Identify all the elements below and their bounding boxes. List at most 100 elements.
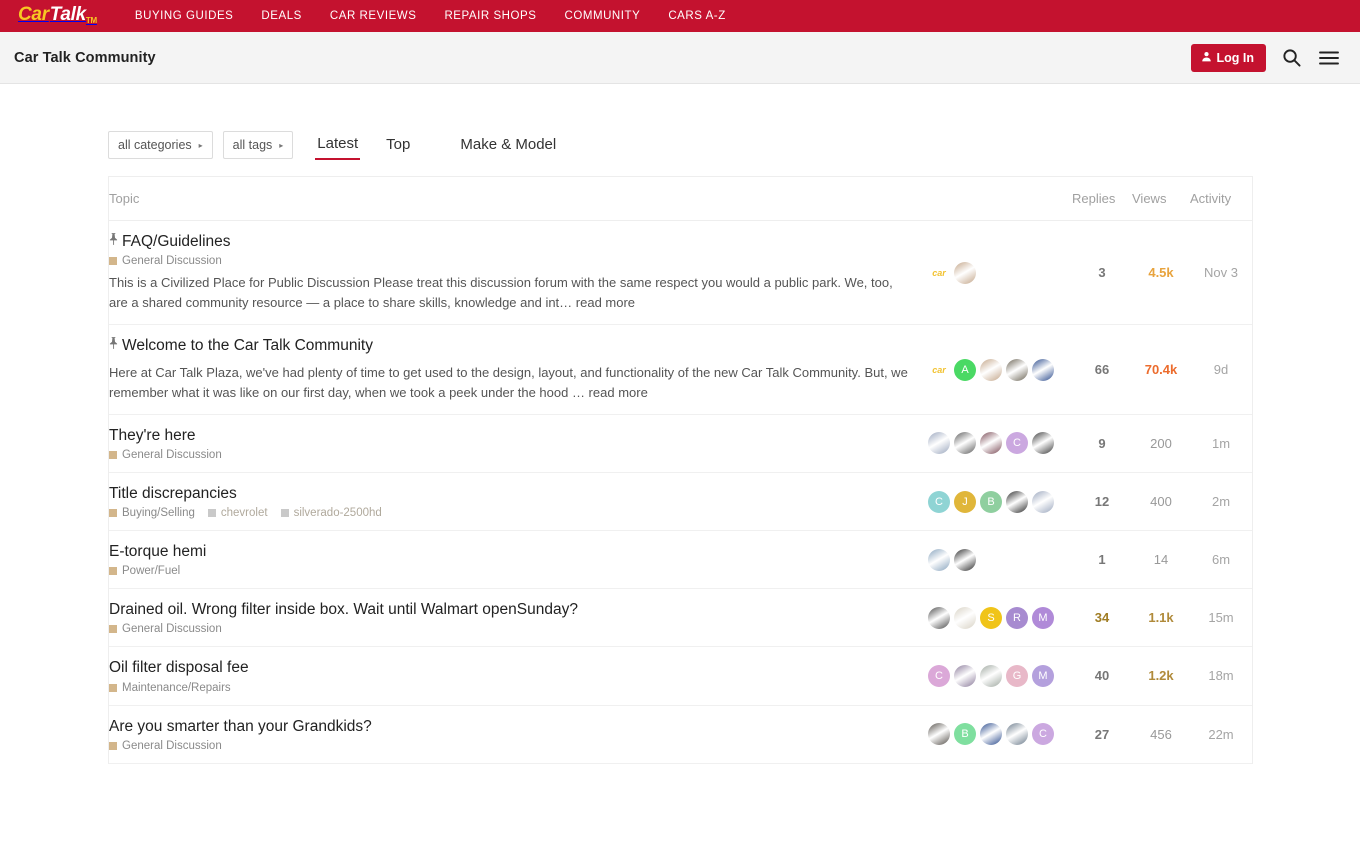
column-header-activity[interactable]: Activity xyxy=(1190,177,1252,221)
tag-color-swatch xyxy=(207,509,216,518)
avatar[interactable] xyxy=(954,664,976,687)
avatar[interactable] xyxy=(1032,432,1054,455)
table-row[interactable]: E-torque hemi Power/Fuel 1 14 6m xyxy=(109,530,1252,590)
avatar[interactable] xyxy=(980,664,1002,687)
table-row[interactable]: Welcome to the Car Talk Community Here at… xyxy=(109,324,1252,415)
avatar[interactable] xyxy=(1006,358,1028,381)
category-badge[interactable]: General Discussion xyxy=(109,255,222,267)
topic-title-link[interactable]: They're here xyxy=(109,426,920,446)
column-header-views[interactable]: Views xyxy=(1132,177,1190,221)
column-header-topic[interactable]: Topic xyxy=(109,177,920,221)
poster-avatars: SRM xyxy=(920,606,1072,629)
avatar[interactable]: C xyxy=(928,490,950,513)
tab-make-and-model[interactable]: Make & Model xyxy=(458,131,558,159)
topic-cell: Title discrepancies Buying/Selling chevrol… xyxy=(109,472,920,532)
avatar[interactable]: B xyxy=(954,723,976,746)
category-badge[interactable]: General Discussion xyxy=(109,740,222,752)
category-color-swatch xyxy=(109,683,117,692)
topic-title-link[interactable]: Oil filter disposal fee xyxy=(109,658,920,678)
avatar[interactable] xyxy=(954,606,976,629)
replies-count: 9 xyxy=(1072,414,1132,473)
tab-top[interactable]: Top xyxy=(384,131,412,159)
avatar[interactable]: A xyxy=(954,358,976,381)
column-header-replies[interactable]: Replies xyxy=(1072,177,1132,221)
topic-cell: Welcome to the Car Talk Community Here at… xyxy=(109,324,920,415)
avatar[interactable] xyxy=(980,358,1002,381)
topic-title-link[interactable]: Title discrepancies xyxy=(109,484,920,504)
poster-avatars: BC xyxy=(920,723,1072,746)
avatar[interactable]: C xyxy=(1032,723,1054,746)
table-row[interactable]: Are you smarter than your Grandkids? Gene… xyxy=(109,705,1252,764)
tag-badge[interactable]: chevrolet xyxy=(207,507,268,519)
avatar[interactable] xyxy=(928,548,950,571)
views-count: 4.5k xyxy=(1132,220,1190,326)
avatar[interactable] xyxy=(928,432,950,455)
views-count: 200 xyxy=(1132,414,1190,473)
topic-meta: General Discussion xyxy=(109,449,920,461)
table-row[interactable]: Oil filter disposal fee Maintenance/Repai… xyxy=(109,646,1252,706)
topic-excerpt: This is a Civilized Place for Public Dis… xyxy=(109,275,893,311)
avatar[interactable]: B xyxy=(980,490,1002,513)
category-badge[interactable]: Maintenance/Repairs xyxy=(109,682,231,694)
avatar[interactable] xyxy=(980,432,1002,455)
hamburger-menu-icon[interactable] xyxy=(1317,48,1341,68)
poster-avatars: C xyxy=(920,432,1072,455)
avatar[interactable]: M xyxy=(1032,664,1054,687)
topic-title-link[interactable]: Are you smarter than your Grandkids? xyxy=(109,717,920,737)
topic-title-link[interactable]: Welcome to the Car Talk Community xyxy=(109,336,920,356)
avatar[interactable] xyxy=(1032,490,1054,513)
search-icon[interactable] xyxy=(1280,46,1303,69)
avatar[interactable]: S xyxy=(980,606,1002,629)
category-badge[interactable]: Buying/Selling xyxy=(109,507,195,519)
posters-cell xyxy=(920,530,1072,590)
avatar[interactable]: G xyxy=(1006,664,1028,687)
category-badge[interactable]: General Discussion xyxy=(109,449,222,461)
cartalk-logo[interactable]: Car Talk TM xyxy=(18,4,97,26)
table-row[interactable]: FAQ/Guidelines General Discussion This is … xyxy=(109,220,1252,326)
table-row[interactable]: Drained oil. Wrong filter inside box. Wa… xyxy=(109,588,1252,648)
nav-link-car-reviews[interactable]: CAR REVIEWS xyxy=(330,10,417,22)
nav-link-cars-a-z[interactable]: CARS A-Z xyxy=(668,10,725,22)
nav-link-repair-shops[interactable]: REPAIR SHOPS xyxy=(444,10,536,22)
avatar[interactable] xyxy=(954,432,976,455)
topic-meta: General Discussion xyxy=(109,740,920,752)
avatar[interactable]: R xyxy=(1006,606,1028,629)
main-content: all categories ▸ all tags ▸ Latest Top M… xyxy=(0,84,1360,764)
avatar[interactable]: M xyxy=(1032,606,1054,629)
avatar[interactable] xyxy=(980,723,1002,746)
topic-title-link[interactable]: FAQ/Guidelines xyxy=(109,232,920,252)
avatar-site-logo[interactable]: car xyxy=(928,359,950,381)
avatar[interactable]: C xyxy=(928,664,950,687)
chevron-right-icon: ▸ xyxy=(198,140,203,150)
topic-title-link[interactable]: E-torque hemi xyxy=(109,542,920,562)
avatar[interactable] xyxy=(954,261,976,284)
category-badge[interactable]: General Discussion xyxy=(109,623,222,635)
tab-latest[interactable]: Latest xyxy=(315,130,361,160)
nav-link-buying-guides[interactable]: BUYING GUIDES xyxy=(135,10,234,22)
avatar[interactable]: J xyxy=(954,490,976,513)
nav-link-community[interactable]: COMMUNITY xyxy=(564,10,640,22)
login-button[interactable]: Log In xyxy=(1190,43,1266,72)
tag-color-swatch xyxy=(280,509,289,518)
posters-cell: C GM xyxy=(920,646,1072,706)
avatar[interactable] xyxy=(1006,723,1028,746)
avatar[interactable] xyxy=(1032,358,1054,381)
activity-time: 9d xyxy=(1190,324,1252,415)
category-dropdown[interactable]: all categories ▸ xyxy=(108,131,213,159)
category-badge[interactable]: Power/Fuel xyxy=(109,565,180,577)
topic-title-link[interactable]: Drained oil. Wrong filter inside box. Wa… xyxy=(109,600,920,620)
tag-badge[interactable]: silverado-2500hd xyxy=(280,507,382,519)
avatar[interactable] xyxy=(1006,490,1028,513)
topic-meta: Maintenance/Repairs xyxy=(109,682,920,694)
table-row[interactable]: They're here General Discussion C 9 200 1m xyxy=(109,414,1252,473)
activity-time: 2m xyxy=(1190,472,1252,532)
avatar[interactable]: C xyxy=(1006,432,1028,455)
avatar[interactable] xyxy=(954,548,976,571)
avatar-site-logo[interactable]: car xyxy=(928,262,950,284)
avatar[interactable] xyxy=(928,723,950,746)
tags-dropdown[interactable]: all tags ▸ xyxy=(222,131,294,159)
topic-list-table: Topic Replies Views Activity FAQ/Guideli… xyxy=(109,177,1252,764)
table-row[interactable]: Title discrepancies Buying/Selling chevrol… xyxy=(109,472,1252,532)
avatar[interactable] xyxy=(928,606,950,629)
nav-link-deals[interactable]: DEALS xyxy=(261,10,301,22)
